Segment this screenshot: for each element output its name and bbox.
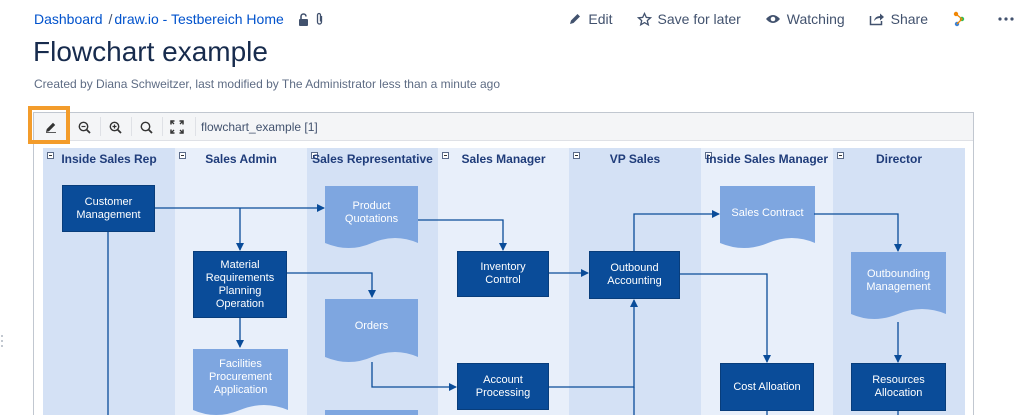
node-orders[interactable]: Orders bbox=[325, 305, 418, 347]
node-inventory-control[interactable]: Inventory Control bbox=[457, 251, 549, 297]
node-customer-management[interactable]: Customer Management bbox=[62, 185, 155, 232]
node-product-quotations[interactable]: Product Quotations bbox=[325, 192, 418, 234]
connector bbox=[633, 210, 720, 251]
connector bbox=[549, 299, 638, 388]
node-outbounding-management[interactable]: Outbounding Management bbox=[851, 259, 946, 303]
node-facilities-procurement[interactable]: Facilities Procurement Application bbox=[193, 355, 288, 399]
node-cost-alloation[interactable]: Cost Alloation bbox=[720, 363, 814, 411]
connector bbox=[814, 213, 902, 252]
connector bbox=[680, 273, 771, 363]
node-material-requirements[interactable]: Material Requirements Planning Operation bbox=[193, 251, 287, 318]
connector bbox=[418, 219, 507, 251]
resize-handle[interactable] bbox=[0, 333, 4, 349]
node-resources-allocation[interactable]: Resources Allocation bbox=[851, 363, 946, 411]
doc-shape-bottom bbox=[325, 410, 418, 415]
node-outbound-accounting[interactable]: Outbound Accounting bbox=[589, 251, 680, 299]
node-sales-contract[interactable]: Sales Contract bbox=[720, 192, 815, 234]
connector bbox=[371, 362, 457, 391]
connector bbox=[287, 272, 376, 298]
node-account-processing[interactable]: Account Processing bbox=[457, 363, 549, 410]
